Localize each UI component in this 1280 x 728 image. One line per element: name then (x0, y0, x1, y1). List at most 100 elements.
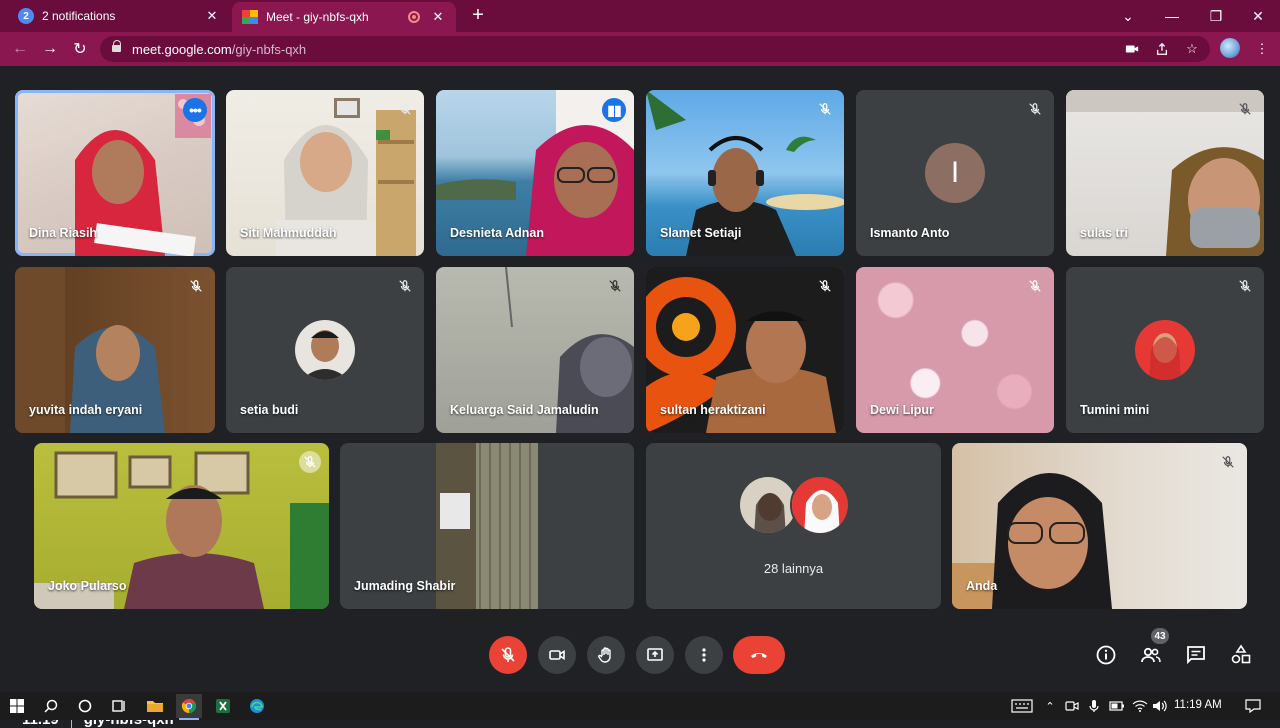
windows-logo-icon (10, 699, 24, 713)
participant-tile[interactable]: sulas tri (1066, 90, 1264, 256)
notifications-icon[interactable] (1240, 692, 1266, 720)
more-options-icon (702, 648, 706, 662)
participant-tile[interactable]: sultan heraktizani (646, 267, 844, 433)
participants-button[interactable] (1138, 642, 1164, 668)
participant-name: setia budi (240, 403, 299, 417)
taskbar-clock[interactable]: 11:19 AM (1174, 699, 1222, 711)
tab-notifications[interactable]: 2 2 notifications ✕ (8, 0, 230, 32)
minimize-icon[interactable]: — (1150, 0, 1194, 32)
mic-toggle-button[interactable] (489, 636, 527, 674)
mic-off-icon (1234, 275, 1256, 297)
maximize-icon[interactable]: ❐ (1194, 0, 1238, 32)
close-tab-icon[interactable]: ✕ (204, 8, 220, 24)
battery-icon[interactable] (1106, 692, 1128, 720)
participant-tile[interactable]: ••• Dina Riasih (15, 90, 215, 256)
cortana-icon (78, 699, 92, 713)
mic-off-icon (394, 275, 416, 297)
participant-tile[interactable]: Tumini mini (1066, 267, 1264, 433)
toolbar: ← → ↻ meet.google.com/giy-nbfs-qxh ☆ ⋮ (0, 32, 1280, 66)
chrome-taskbar-button[interactable] (176, 694, 202, 720)
search-button[interactable] (38, 694, 64, 718)
leave-call-button[interactable] (733, 636, 785, 674)
participant-count-badge: 43 (1151, 628, 1169, 644)
more-options-button[interactable] (685, 636, 723, 674)
meeting-info-button[interactable] (1093, 642, 1119, 668)
participant-tile[interactable]: I Ismanto Anto (856, 90, 1054, 256)
speaking-indicator-icon[interactable]: ••• (183, 98, 207, 122)
raise-hand-button[interactable] (587, 636, 625, 674)
mic-off-icon (1024, 275, 1046, 297)
mic-off-icon (604, 275, 626, 297)
file-explorer-button[interactable] (142, 694, 168, 718)
others-count-label: 28 lainnya (763, 561, 824, 576)
task-view-button[interactable] (106, 694, 132, 718)
participant-tile[interactable]: Jumading Shabir (340, 443, 634, 609)
speaking-indicator-icon[interactable]: ▮▮ (602, 98, 626, 122)
tab-title: 2 notifications (42, 9, 116, 23)
excel-taskbar-button[interactable] (210, 694, 236, 718)
camera-in-use-icon[interactable] (1120, 37, 1144, 61)
participant-tile[interactable]: Dewi Lipur (856, 267, 1054, 433)
excel-icon (216, 699, 230, 713)
camera-toggle-button[interactable] (538, 636, 576, 674)
close-tab-icon[interactable]: ✕ (430, 9, 446, 25)
start-button[interactable] (4, 694, 30, 718)
participant-name: Jumading Shabir (354, 579, 456, 593)
address-bar[interactable]: meet.google.com/giy-nbfs-qxh (100, 36, 1210, 62)
chat-button[interactable] (1183, 642, 1209, 668)
tab-meet[interactable]: Meet - giy-nbfs-qxh ✕ (232, 2, 456, 32)
participant-tile[interactable]: Siti Mahmuddah (226, 90, 424, 256)
camera-tray-icon[interactable] (1062, 692, 1082, 720)
profile-avatar[interactable] (1220, 38, 1240, 58)
participant-name: Siti Mahmuddah (240, 226, 337, 240)
back-icon[interactable]: ← (8, 37, 32, 61)
participant-name: Dewi Lipur (870, 403, 934, 417)
search-icon (44, 699, 58, 713)
mic-off-icon (1217, 451, 1239, 473)
cortana-button[interactable] (72, 694, 98, 718)
microphone-tray-icon[interactable] (1084, 692, 1104, 720)
mic-off-icon (1234, 98, 1256, 120)
mic-off-icon (299, 451, 321, 473)
show-hidden-icons[interactable]: ⌃ (1040, 692, 1060, 720)
avatar (738, 475, 798, 535)
wifi-icon[interactable] (1130, 692, 1150, 720)
keyboard-icon[interactable] (1008, 692, 1036, 720)
url-host: meet.google.com (132, 41, 232, 57)
end-call-icon (751, 653, 767, 658)
bookmark-star-icon[interactable]: ☆ (1180, 37, 1204, 61)
activities-icon (1231, 644, 1251, 664)
participant-tile[interactable]: ▮▮ Desnieta Adnan (436, 90, 634, 256)
participant-tile[interactable]: Slamet Setiaji (646, 90, 844, 256)
participant-name: Joko Pularso (48, 579, 127, 593)
volume-icon[interactable] (1150, 692, 1170, 720)
edge-icon (250, 699, 264, 713)
edge-taskbar-button[interactable] (244, 694, 270, 718)
camera-icon (549, 650, 565, 660)
present-screen-button[interactable] (636, 636, 674, 674)
folder-icon (147, 701, 163, 712)
tab-search-icon[interactable]: ⌄ (1106, 0, 1150, 32)
recording-indicator-icon (408, 11, 420, 23)
participant-tile[interactable]: Joko Pularso (34, 443, 329, 609)
window-close-icon[interactable]: ✕ (1236, 0, 1280, 32)
mic-off-icon (814, 98, 836, 120)
reload-icon[interactable]: ↻ (68, 37, 92, 61)
task-view-icon (112, 700, 125, 712)
participant-tile[interactable]: yuvita indah eryani (15, 267, 215, 433)
participant-name: Tumini mini (1080, 403, 1150, 417)
share-icon[interactable] (1150, 37, 1174, 61)
participant-name: Ismanto Anto (870, 226, 950, 240)
chrome-icon (181, 699, 197, 714)
new-tab-icon[interactable]: + (466, 4, 490, 28)
self-view-tile[interactable]: Anda (952, 443, 1247, 609)
forward-icon[interactable]: → (38, 37, 62, 61)
participant-name: yuvita indah eryani (29, 403, 143, 417)
participant-tile[interactable]: Keluarga Said Jamaludin (436, 267, 634, 433)
others-tile[interactable]: 28 lainnya (646, 443, 941, 609)
participant-tile[interactable]: setia budi (226, 267, 424, 433)
browser-menu-icon[interactable]: ⋮ (1250, 37, 1274, 61)
participant-name: Desnieta Adnan (450, 226, 545, 240)
lock-icon[interactable] (112, 40, 122, 54)
activities-button[interactable] (1228, 642, 1254, 668)
